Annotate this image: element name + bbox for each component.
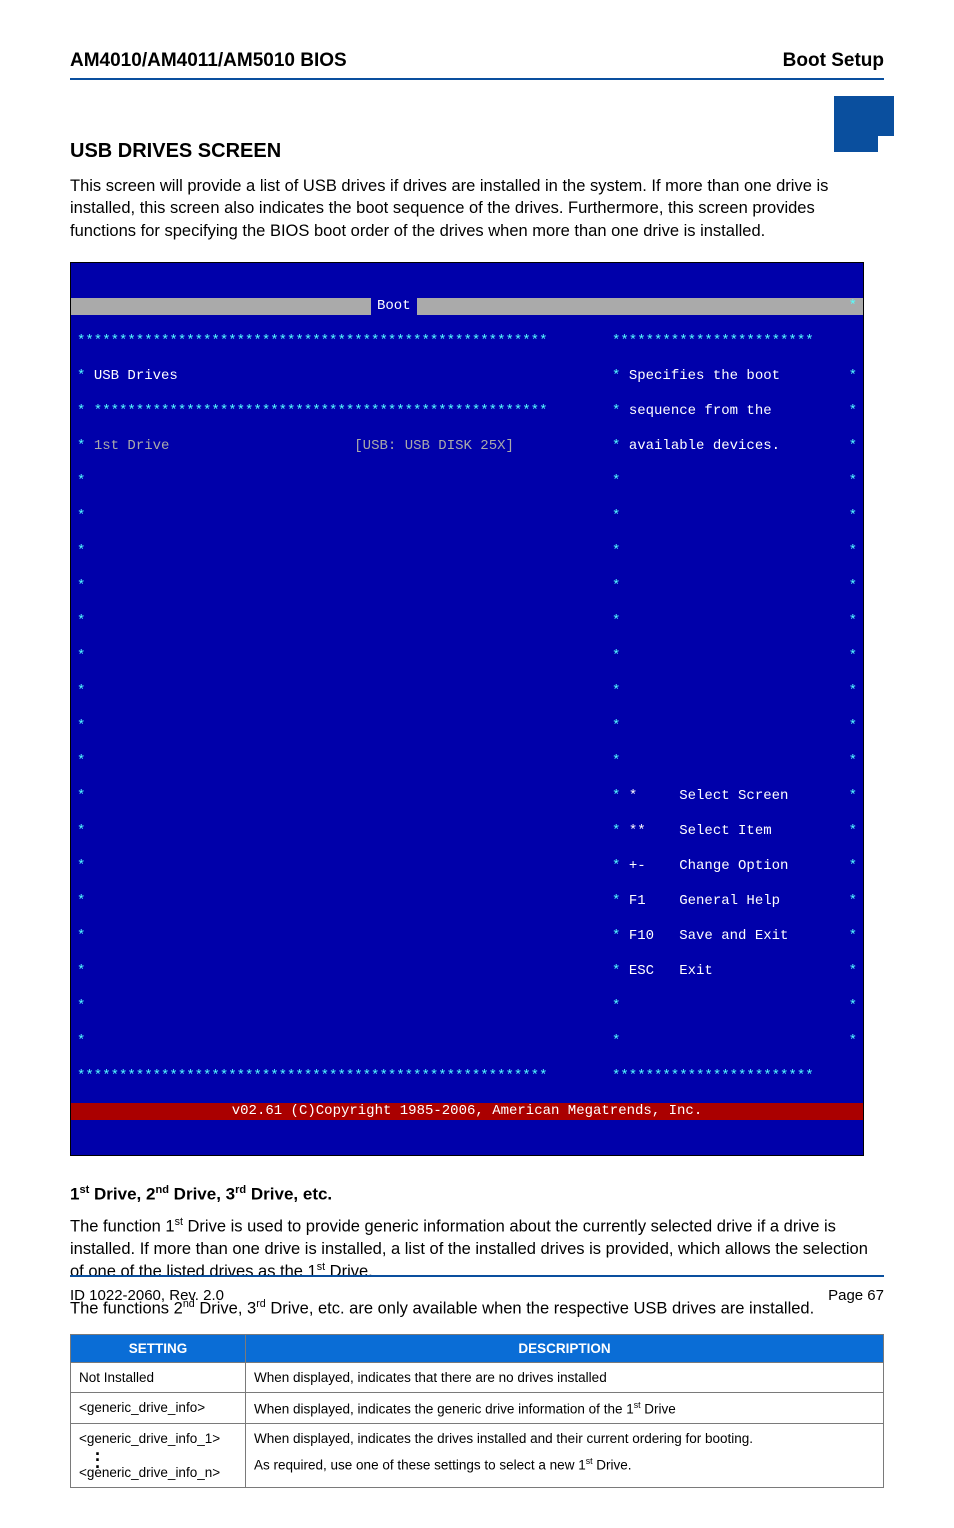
bios-screenshot: Boot* **********************************… (70, 262, 864, 1157)
header-product: AM4010/AM4011/AM5010 BIOS (70, 50, 347, 72)
section-title: USB DRIVES SCREEN (70, 140, 884, 163)
header-section: Boot Setup (783, 50, 884, 72)
bios-tab-boot: Boot (371, 298, 417, 316)
subheading: 1st Drive, 2nd Drive, 3rd Drive, etc. (70, 1184, 884, 1205)
footer-page-number: Page 67 (828, 1287, 884, 1304)
table-row: <generic_drive_info_1> ... <generic_driv… (71, 1424, 884, 1488)
intro-paragraph: This screen will provide a list of USB d… (70, 175, 884, 242)
th-setting: SETTING (71, 1334, 246, 1362)
bios-tabbar: Boot* (71, 298, 863, 316)
paragraph-1: The function 1st Drive is used to provid… (70, 1215, 884, 1283)
brand-logo (834, 96, 894, 152)
bios-footer: v02.61 (C)Copyright 1985-2006, American … (71, 1103, 863, 1121)
th-description: DESCRIPTION (246, 1334, 884, 1362)
header-rule (70, 78, 884, 80)
table-row: Not Installed When displayed, indicates … (71, 1362, 884, 1392)
footer-rule (70, 1275, 884, 1277)
table-row: <generic_drive_info> When displayed, ind… (71, 1392, 884, 1424)
settings-table: SETTING DESCRIPTION Not Installed When d… (70, 1334, 884, 1488)
footer-doc-id: ID 1022-2060, Rev. 2.0 (70, 1287, 224, 1304)
